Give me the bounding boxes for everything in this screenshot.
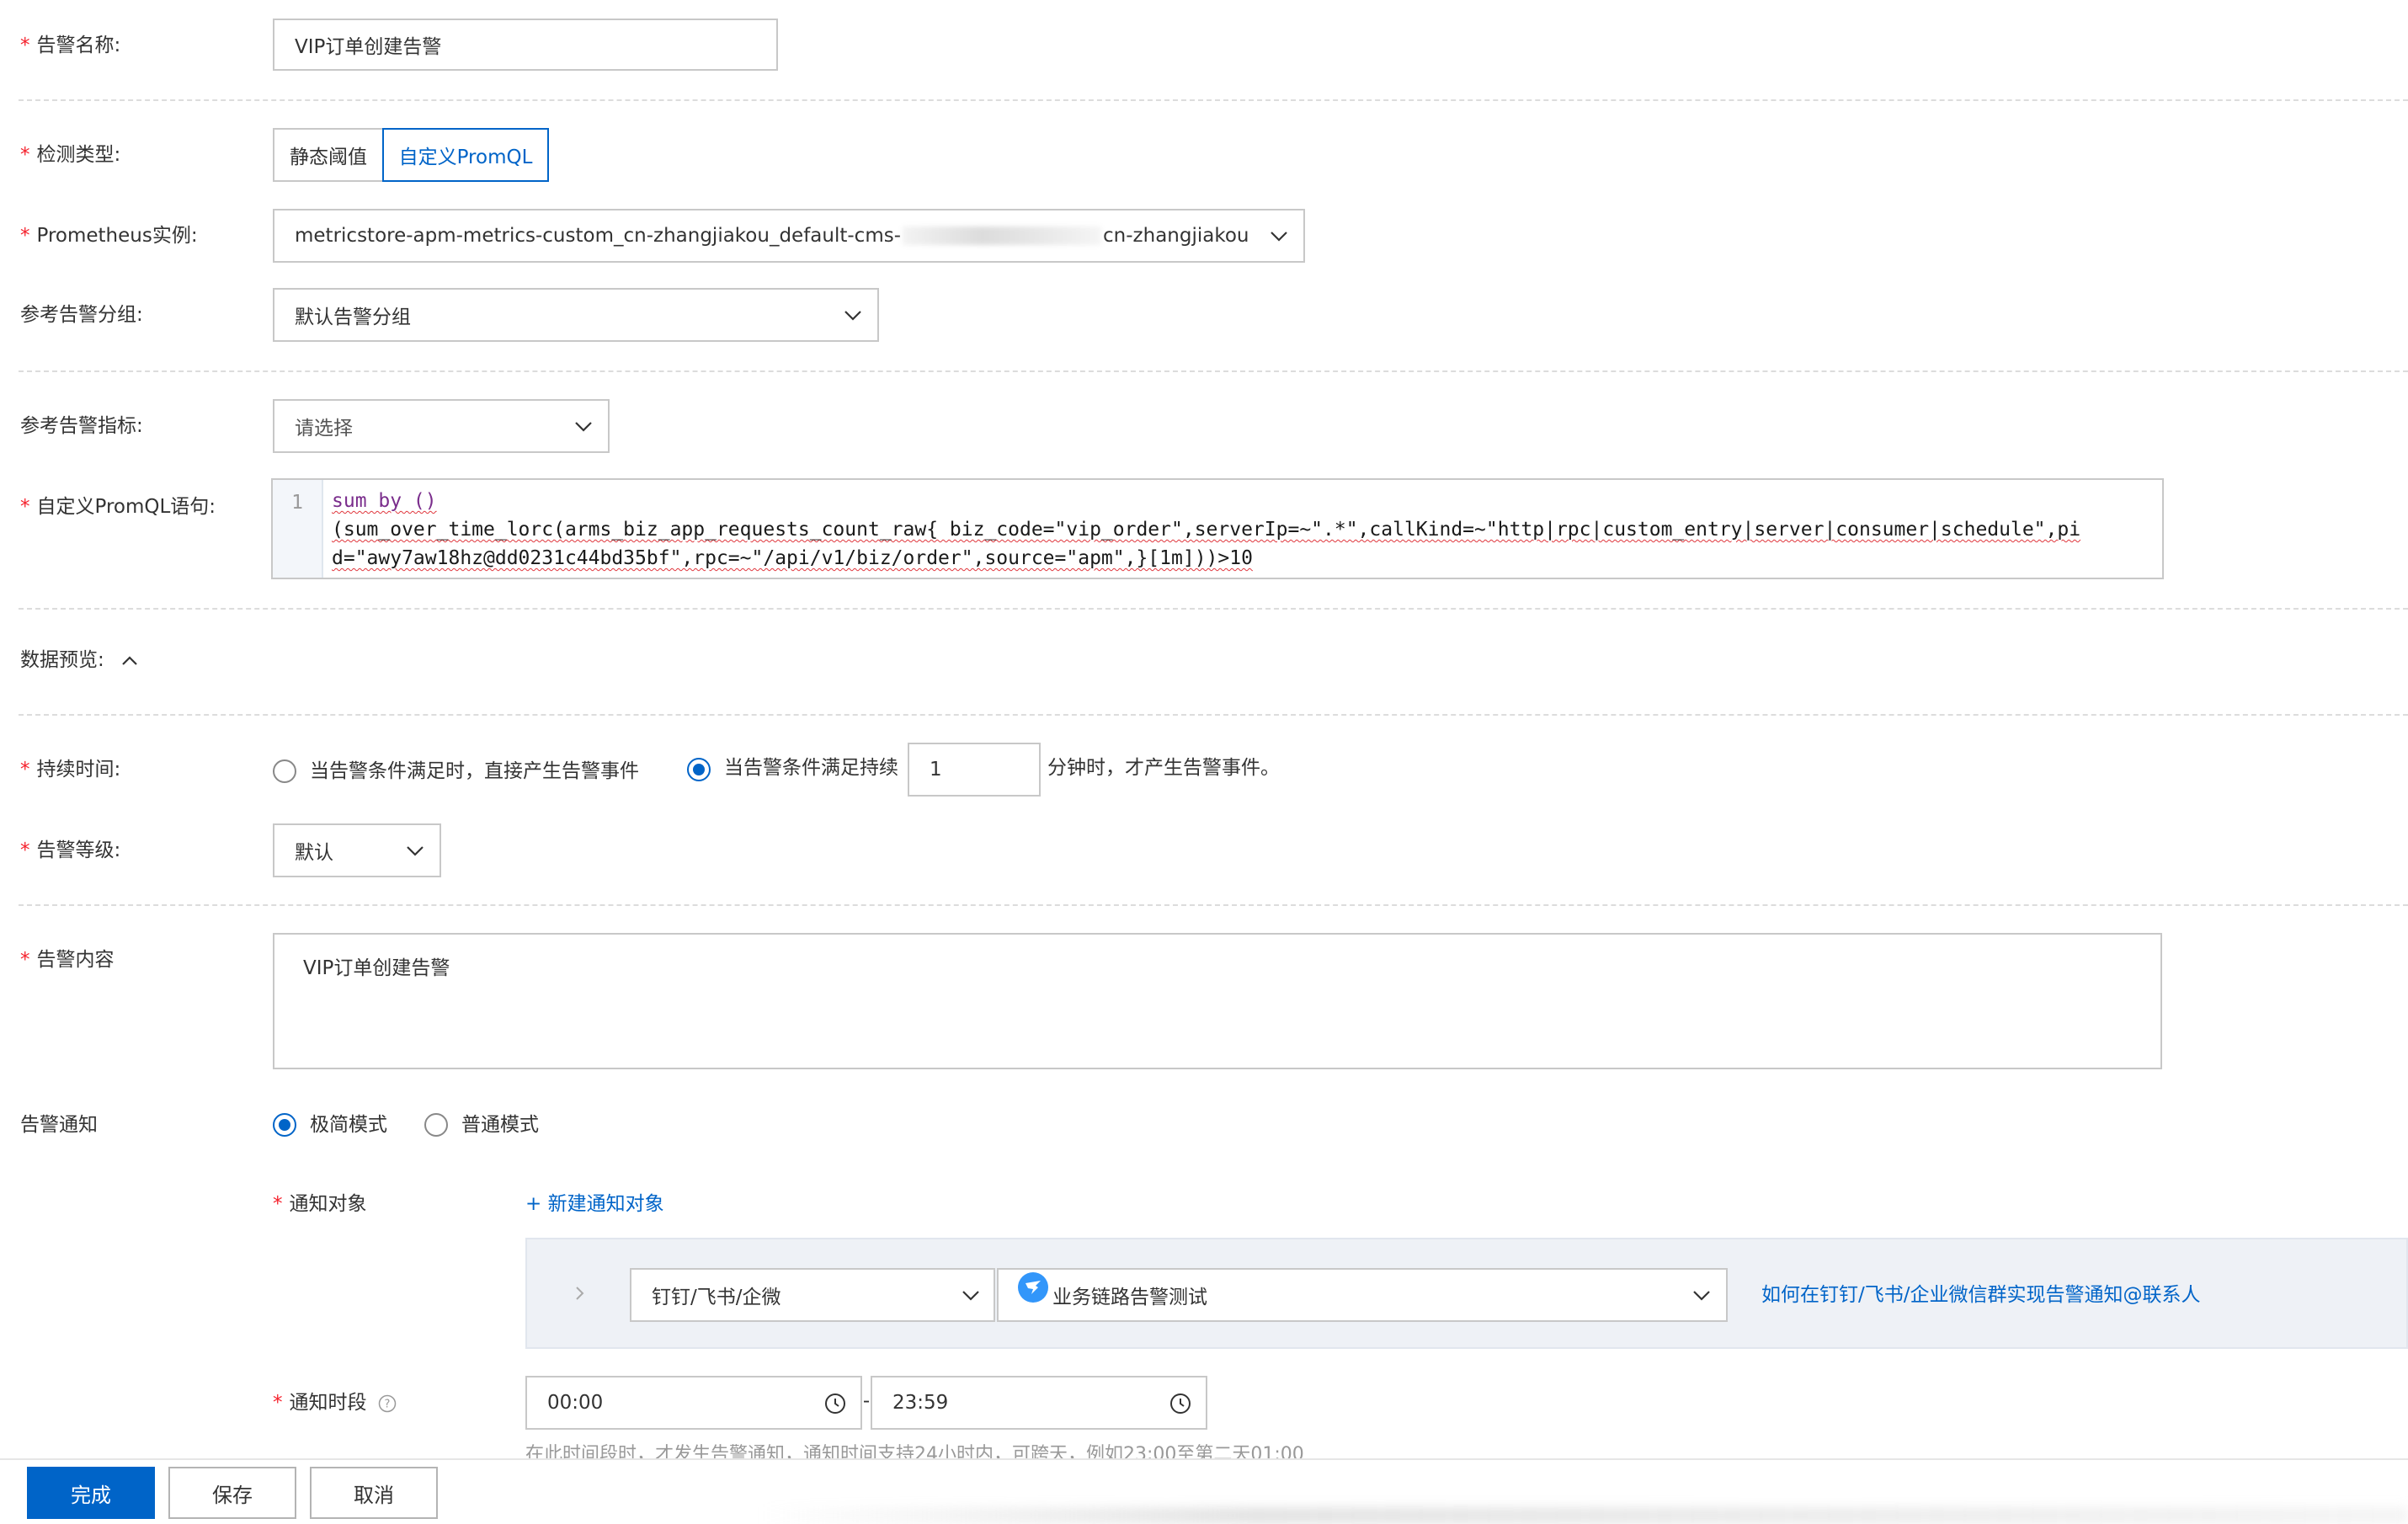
chevron-down-icon <box>1693 1291 1710 1301</box>
notify-mode-simple-radio[interactable] <box>273 1113 296 1137</box>
chevron-down-icon <box>844 311 861 321</box>
duration-option-1-radio[interactable] <box>273 759 296 783</box>
ref-metric-placeholder: 请选择 <box>295 418 353 440</box>
save-button[interactable]: 保存 <box>168 1467 296 1519</box>
question-circle-icon[interactable]: ? <box>378 1394 397 1413</box>
chevron-up-icon <box>122 655 137 665</box>
ref-group-select[interactable]: 默认告警分组 <box>273 288 879 342</box>
chevron-down-icon <box>962 1291 979 1301</box>
promql-line-2: (sum_over_time_lorc(arms_biz_app_request… <box>332 519 2081 541</box>
notify-channel-select[interactable]: 钉钉/飞书/企微 <box>630 1268 995 1322</box>
divider <box>19 99 2408 101</box>
clock-icon <box>825 1393 845 1414</box>
notify-end-time-input[interactable]: 23:59 <box>871 1376 1207 1430</box>
clock-icon <box>1170 1393 1191 1414</box>
duration-suffix: 分钟时，才产生告警事件。 <box>1047 757 1280 779</box>
notify-start-time-input[interactable]: 00:00 <box>525 1376 862 1430</box>
ref-metric-label: 参考告警指标: <box>20 415 143 437</box>
notify-mode-simple-label: 极简模式 <box>310 1114 387 1136</box>
chevron-down-icon <box>407 846 424 856</box>
alert-level-select[interactable]: 默认 <box>273 823 441 877</box>
new-notify-target-link[interactable]: + 新建通知对象 <box>525 1191 664 1218</box>
notify-mode-normal-radio[interactable] <box>424 1113 448 1137</box>
svg-text:?: ? <box>384 1398 390 1410</box>
notify-period-hint: 在此时间段时，才发生告警通知，通知时间支持24小时内，可跨天，例如23:00至第… <box>525 1444 1304 1460</box>
notify-mode-normal-label: 普通模式 <box>461 1114 539 1136</box>
divider <box>19 370 2408 372</box>
alert-name-value: VIP订单创建告警 <box>295 36 442 58</box>
notify-group-value: 业务链路告警测试 <box>1052 1287 1207 1308</box>
chevron-right-icon[interactable] <box>569 1283 589 1303</box>
notify-period-label: * 通知时段 ? <box>273 1389 397 1416</box>
alert-content-textarea[interactable]: VIP订单创建告警 <box>273 933 2162 1069</box>
ref-group-value: 默认告警分组 <box>295 306 411 328</box>
ref-group-label: 参考告警分组: <box>20 304 143 326</box>
chevron-down-icon <box>1271 232 1287 242</box>
alert-level-label: * 告警等级: <box>20 839 121 861</box>
promql-line-3: d="awy7aw18hz@dd0231c44bd35bf",rpc=~"/ap… <box>332 547 1253 569</box>
cancel-button[interactable]: 取消 <box>310 1467 438 1519</box>
line-number-gutter: 1 <box>273 480 323 578</box>
promql-line-1: sum by () <box>332 490 437 512</box>
duration-minutes-input[interactable]: 1 <box>908 743 1041 797</box>
time-separator: - <box>862 1390 871 1412</box>
detect-type-label: * 检测类型: <box>20 144 121 166</box>
prometheus-label: * Prometheus实例: <box>20 225 198 247</box>
notify-label: 告警通知 <box>20 1114 98 1136</box>
notify-end-time-value: 23:59 <box>892 1392 949 1414</box>
detect-type-static-button[interactable]: 静态阈值 <box>273 128 382 182</box>
detect-type-promql-button[interactable]: 自定义PromQL <box>382 128 549 182</box>
alert-name-label: * 告警名称: <box>20 35 121 56</box>
notify-help-link[interactable]: 如何在钉钉/飞书/企业微信群实现告警通知@联系人 <box>1761 1282 2201 1308</box>
notify-group-select[interactable]: 业务链路告警测试 <box>997 1268 1728 1322</box>
alert-content-value: VIP订单创建告警 <box>303 957 450 979</box>
promql-editor[interactable]: 1 sum by () (sum_over_time_lorc(arms_biz… <box>271 478 2164 579</box>
chevron-down-icon <box>575 422 592 432</box>
footer-shadow <box>758 1507 2408 1524</box>
notify-channel-value: 钉钉/飞书/企微 <box>652 1287 781 1308</box>
notify-target-label: * 通知对象 <box>273 1193 367 1215</box>
prometheus-value-prefix: metricstore-apm-metrics-custom_cn-zhangj… <box>295 225 902 247</box>
duration-label: * 持续时间: <box>20 759 121 781</box>
duration-option-2-radio[interactable] <box>687 758 711 781</box>
promql-label: * 自定义PromQL语句: <box>20 496 216 518</box>
prometheus-select[interactable]: metricstore-apm-metrics-custom_cn-zhangj… <box>273 209 1305 263</box>
divider <box>19 714 2408 716</box>
divider <box>19 608 2408 610</box>
duration-minutes-value: 1 <box>930 759 942 781</box>
redacted-blur <box>903 226 1102 245</box>
duration-option-1-label: 当告警条件满足时，直接产生告警事件 <box>310 760 639 782</box>
divider <box>19 904 2408 906</box>
duration-option-2-label: 当告警条件满足持续 <box>724 757 898 779</box>
notify-target-row: 钉钉/飞书/企微 业务链路告警测试 如何在钉钉/飞书/企业微信群实现告警通知@联… <box>525 1238 2408 1349</box>
notify-start-time-value: 00:00 <box>547 1392 604 1414</box>
alert-name-input[interactable]: VIP订单创建告警 <box>273 19 778 71</box>
dingtalk-icon <box>1018 1272 1048 1303</box>
ref-metric-select[interactable]: 请选择 <box>273 399 610 453</box>
alert-level-value: 默认 <box>295 842 333 864</box>
prometheus-value-suffix: cn-zhangjiakou <box>1103 225 1249 247</box>
done-button[interactable]: 完成 <box>27 1467 155 1519</box>
data-preview-toggle[interactable]: 数据预览: <box>20 647 141 674</box>
alert-content-label: * 告警内容 <box>20 949 115 971</box>
